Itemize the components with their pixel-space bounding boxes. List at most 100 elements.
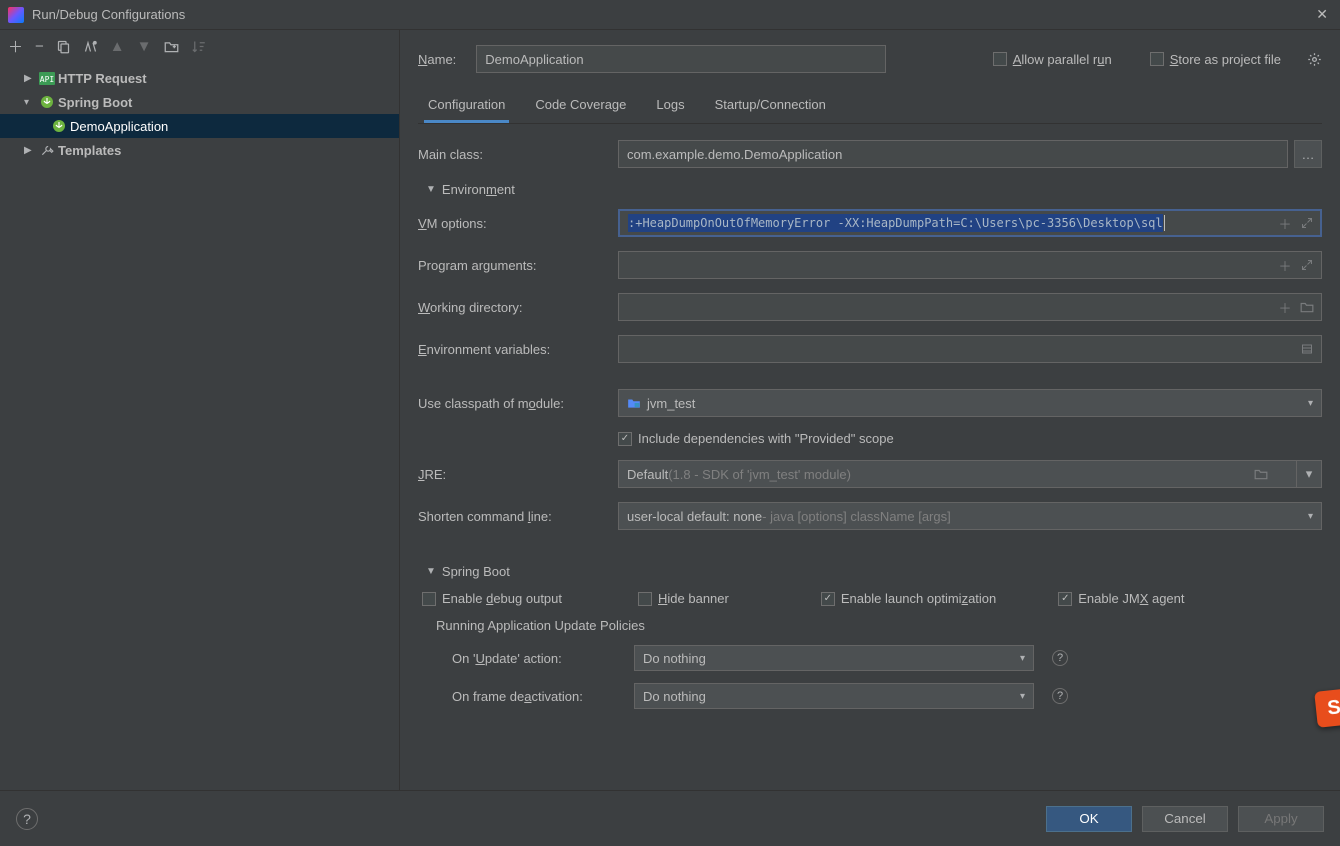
enable-jmx-checkbox[interactable]: Enable JMX agent: [1058, 591, 1184, 606]
program-arguments-label: Program arguments:: [418, 258, 618, 273]
classpath-label: Use classpath of module:: [418, 396, 618, 411]
ok-button[interactable]: OK: [1046, 806, 1132, 832]
classpath-dropdown[interactable]: jvm_test ▾: [618, 389, 1322, 417]
update-policies-label: Running Application Update Policies: [418, 618, 1322, 633]
enable-debug-checkbox[interactable]: Enable debug output: [422, 591, 562, 606]
checkbox-icon: [1058, 592, 1072, 606]
config-tabs: Configuration Code Coverage Logs Startup…: [418, 88, 1322, 124]
config-toolbar: ＋ − ▲ ▼: [0, 30, 399, 62]
name-input[interactable]: [476, 45, 886, 73]
on-update-dropdown[interactable]: Do nothing ▾: [634, 645, 1034, 671]
dialog-buttons: ? OK Cancel Apply: [0, 790, 1340, 846]
on-update-label: On 'Update' action:: [452, 651, 616, 666]
hide-banner-checkbox[interactable]: Hide banner: [638, 591, 729, 606]
vm-options-input[interactable]: :+HeapDumpOnOutOfMemoryError -XX:HeapDum…: [618, 209, 1322, 237]
expand-field-icon[interactable]: [1296, 251, 1318, 279]
sogou-ime-badge-icon: S: [1314, 688, 1340, 728]
jre-label: JRE:: [418, 467, 618, 482]
spring-boot-icon: [50, 119, 68, 133]
app-logo-icon: [8, 7, 24, 23]
program-arguments-input[interactable]: [618, 251, 1322, 279]
tab-startup-connection[interactable]: Startup/Connection: [711, 89, 830, 123]
shorten-dropdown[interactable]: user-local default: none - java [options…: [618, 502, 1322, 530]
include-provided-checkbox[interactable]: Include dependencies with "Provided" sco…: [618, 431, 894, 446]
chevron-down-icon: ▼: [426, 566, 436, 577]
add-config-icon[interactable]: ＋: [8, 36, 23, 57]
wrench-icon: [38, 143, 56, 157]
chevron-down-icon: ▾: [1308, 511, 1313, 522]
left-panel: ＋ − ▲ ▼ ▶ API HTTP Request: [0, 30, 400, 790]
config-tree[interactable]: ▶ API HTTP Request ▾ Spring Boot DemoApp…: [0, 62, 399, 790]
list-icon[interactable]: [1296, 335, 1318, 363]
move-down-icon[interactable]: ▼: [137, 38, 152, 55]
remove-config-icon[interactable]: −: [35, 38, 44, 55]
insert-macro-icon[interactable]: ＋: [1274, 251, 1296, 279]
on-frame-label: On frame deactivation:: [452, 689, 616, 704]
env-variables-label: Environment variables:: [418, 342, 618, 357]
apply-button[interactable]: Apply: [1238, 806, 1324, 832]
chevron-down-icon: ▼: [426, 184, 436, 195]
chevron-down-icon: ▾: [1308, 398, 1313, 409]
shorten-label: Shorten command line:: [418, 509, 618, 524]
jre-dropdown[interactable]: Default (1.8 - SDK of 'jvm_test' module): [618, 460, 1296, 488]
right-panel: Name: Allow parallel run Store as projec…: [400, 30, 1340, 790]
name-row: Name: Allow parallel run Store as projec…: [418, 30, 1322, 88]
chevron-down-icon: ▾: [24, 97, 38, 108]
gear-icon[interactable]: [1307, 52, 1322, 67]
main-class-input[interactable]: [618, 140, 1288, 168]
folder-icon[interactable]: [164, 39, 179, 53]
titlebar: Run/Debug Configurations ✕: [0, 0, 1340, 30]
browse-folder-icon[interactable]: [1254, 468, 1268, 480]
tab-code-coverage[interactable]: Code Coverage: [531, 89, 630, 123]
spring-boot-section-header[interactable]: ▼ Spring Boot: [426, 564, 1322, 579]
insert-macro-icon[interactable]: ＋: [1274, 209, 1296, 237]
tree-http-request[interactable]: ▶ API HTTP Request: [0, 66, 399, 90]
browse-folder-icon[interactable]: [1296, 293, 1318, 321]
jre-dropdown-toggle[interactable]: ▾: [1296, 460, 1322, 488]
on-frame-dropdown[interactable]: Do nothing ▾: [634, 683, 1034, 709]
chevron-right-icon: ▶: [24, 145, 38, 156]
checkbox-icon: [618, 432, 632, 446]
module-icon: [627, 397, 641, 409]
tab-configuration[interactable]: Configuration: [424, 89, 509, 123]
help-button[interactable]: ?: [16, 808, 38, 830]
chevron-down-icon: ▾: [1020, 691, 1025, 702]
window-title: Run/Debug Configurations: [32, 7, 1312, 22]
vm-options-label: VM options:: [418, 216, 618, 231]
close-icon[interactable]: ✕: [1312, 6, 1332, 23]
chevron-right-icon: ▶: [24, 73, 38, 84]
insert-macro-icon[interactable]: ＋: [1274, 293, 1296, 321]
checkbox-icon: [821, 592, 835, 606]
tab-logs[interactable]: Logs: [652, 89, 688, 123]
expand-field-icon[interactable]: [1296, 209, 1318, 237]
sort-icon[interactable]: [191, 39, 206, 54]
checkbox-icon: [638, 592, 652, 606]
allow-parallel-checkbox[interactable]: Allow parallel run: [993, 52, 1112, 67]
browse-main-class-button[interactable]: …: [1294, 140, 1322, 168]
edit-defaults-icon[interactable]: [83, 39, 98, 54]
http-icon: API: [38, 72, 56, 85]
copy-config-icon[interactable]: [56, 39, 71, 54]
chevron-down-icon: ▾: [1020, 653, 1025, 664]
config-form: Main class: … ▼ Environment VM options: …: [418, 124, 1322, 790]
tree-templates[interactable]: ▶ Templates: [0, 138, 399, 162]
working-directory-label: Working directory:: [418, 300, 618, 315]
move-up-icon[interactable]: ▲: [110, 38, 125, 55]
environment-section-header[interactable]: ▼ Environment: [426, 182, 1322, 197]
cancel-button[interactable]: Cancel: [1142, 806, 1228, 832]
env-variables-input[interactable]: [618, 335, 1322, 363]
store-project-checkbox[interactable]: Store as project file: [1150, 52, 1281, 67]
checkbox-icon: [422, 592, 436, 606]
working-directory-input[interactable]: [618, 293, 1322, 321]
name-label: Name:: [418, 52, 456, 67]
spring-boot-icon: [38, 95, 56, 109]
checkbox-icon: [993, 52, 1007, 66]
svg-text:API: API: [40, 75, 55, 84]
enable-launch-checkbox[interactable]: Enable launch optimization: [821, 591, 996, 606]
checkbox-icon: [1150, 52, 1164, 66]
tree-demo-app[interactable]: DemoApplication: [0, 114, 399, 138]
help-icon[interactable]: ?: [1052, 688, 1068, 704]
main-class-label: Main class:: [418, 147, 618, 162]
help-icon[interactable]: ?: [1052, 650, 1068, 666]
tree-spring-boot[interactable]: ▾ Spring Boot: [0, 90, 399, 114]
